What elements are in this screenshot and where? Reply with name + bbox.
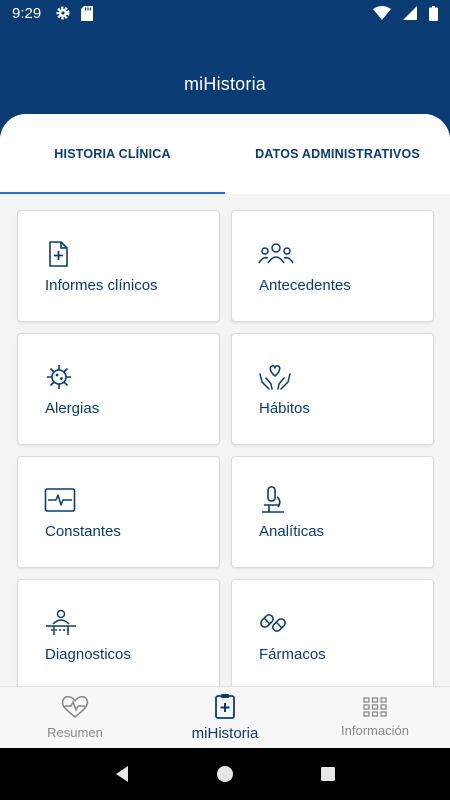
system-nav-bar (0, 748, 450, 800)
recents-icon[interactable] (319, 765, 337, 783)
nav-informacion[interactable]: Información (300, 687, 450, 748)
tab-bar: HISTORIA CLÍNICA DATOS ADMINISTRATIVOS (0, 114, 450, 194)
card-label: Fármacos (259, 646, 326, 663)
tab-datos-administrativos[interactable]: DATOS ADMINISTRATIVOS (225, 114, 450, 194)
nav-label: Información (341, 723, 409, 738)
microscope-icon (262, 486, 284, 513)
active-tab-indicator (0, 192, 225, 194)
card-label: Analíticas (259, 523, 325, 540)
card-antecedentes[interactable]: Antecedentes (231, 210, 434, 322)
hands-heart-icon (259, 365, 291, 390)
card-analiticas[interactable]: Analíticas (231, 456, 434, 568)
battery-icon (429, 5, 438, 21)
back-icon[interactable] (113, 765, 131, 783)
nav-resumen[interactable]: Resumen (0, 687, 150, 748)
card-diagnosticos[interactable]: Diagnosticos (17, 579, 220, 686)
document-plus-icon (49, 241, 68, 267)
card-informes-clinicos[interactable]: Informes clínicos (17, 210, 220, 322)
card-alergias[interactable]: Alergias (17, 333, 220, 445)
people-icon (258, 243, 294, 264)
heartbeat-icon (61, 695, 89, 718)
bottom-nav: Resumen miHistoria Información (0, 686, 450, 748)
card-habitos[interactable]: Hábitos (231, 333, 434, 445)
page-title: miHistoria (183, 74, 266, 94)
card-label: Hábitos (259, 400, 310, 417)
gear-icon (56, 6, 70, 20)
card-label: Diagnosticos (45, 646, 131, 663)
pills-icon (260, 614, 286, 632)
wifi-icon (373, 6, 391, 20)
status-bar: 9:29 (0, 0, 450, 26)
card-label: Antecedentes (259, 277, 351, 294)
card-label: Informes clínicos (45, 277, 158, 294)
nav-label: miHistoria (191, 725, 259, 742)
home-icon[interactable] (216, 765, 234, 783)
tab-historia-clinica[interactable]: HISTORIA CLÍNICA (0, 114, 225, 194)
virus-icon (47, 365, 71, 389)
nav-mihistoria[interactable]: miHistoria (150, 687, 300, 748)
grid-icon (363, 697, 387, 717)
main-sheet: HISTORIA CLÍNICA DATOS ADMINISTRATIVOS I… (0, 114, 450, 686)
card-farmacos[interactable]: Fármacos (231, 579, 434, 686)
card-constantes[interactable]: Constantes (17, 456, 220, 568)
card-label: Alergias (45, 400, 100, 417)
clipboard-plus-icon (215, 694, 235, 719)
signal-icon (403, 6, 417, 20)
card-label: Constantes (45, 523, 121, 540)
heart-monitor-icon (44, 488, 76, 512)
nav-label: Resumen (47, 725, 103, 740)
sd-card-icon (81, 5, 94, 21)
patient-table-icon (46, 609, 76, 635)
status-time: 9:29 (12, 4, 42, 22)
